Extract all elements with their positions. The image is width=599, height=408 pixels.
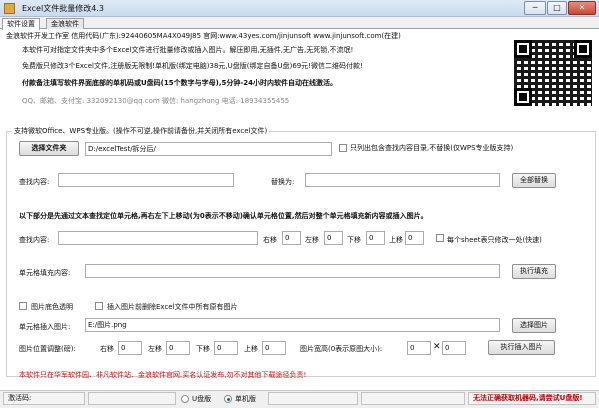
replace-all-button[interactable]: 全部替换 bbox=[512, 173, 556, 188]
pos-left-input[interactable]: 0 bbox=[166, 341, 190, 355]
payment-note: 付款备注填写软件界面底部的单机码或U盘码(15个数字与字母),5分钟-24小时内… bbox=[22, 79, 337, 87]
status-cell bbox=[361, 392, 465, 405]
status-blank bbox=[88, 392, 176, 405]
locate-note: 以下部分是先通过文本查找定位单元格,再右左下上移动(为0表示不移动)确认单元格位… bbox=[19, 212, 428, 220]
tab-jinlang[interactable]: 金浪软件 bbox=[46, 18, 84, 29]
pos-down-input[interactable]: 0 bbox=[214, 341, 238, 355]
left-label: 左移 bbox=[305, 236, 319, 244]
maximize-button[interactable]: □ bbox=[547, 1, 567, 15]
machine-code-field bbox=[268, 392, 358, 405]
insert-image-label: 单元格插入图片: bbox=[19, 323, 71, 331]
usb-version-radio[interactable] bbox=[181, 395, 189, 403]
tab-settings[interactable]: 软件设置 bbox=[2, 18, 40, 30]
pos-up-label: 上移 bbox=[244, 345, 258, 353]
fill-label: 单元格填充内容: bbox=[19, 269, 71, 277]
contact-info: QQ、邮箱、支付宝: 332092130@qq.com 微信: hangzhon… bbox=[22, 97, 290, 105]
up-offset-input[interactable]: 0 bbox=[405, 231, 424, 245]
down-label: 下移 bbox=[347, 236, 361, 244]
find-label: 查找内容: bbox=[19, 178, 50, 186]
insert-image-button[interactable]: 执行插入图片 bbox=[488, 340, 555, 355]
locate-find-input[interactable] bbox=[58, 231, 258, 245]
delete-images-label: 插入图片前删除Excel文件中所有原有图片 bbox=[107, 303, 238, 311]
fill-content-input[interactable] bbox=[85, 264, 500, 278]
position-label: 图片位置调整(磅): bbox=[19, 345, 76, 353]
single-version-radio[interactable] bbox=[224, 395, 232, 403]
up-label: 上移 bbox=[389, 236, 403, 244]
subdir-only-checkbox[interactable] bbox=[339, 144, 347, 152]
folder-path-input[interactable]: D:/excelTest/拆分后/ bbox=[85, 142, 332, 156]
choose-image-button[interactable]: 选择图片 bbox=[512, 318, 556, 333]
transparent-checkbox[interactable] bbox=[19, 302, 27, 310]
image-width-input[interactable]: 0 bbox=[407, 341, 431, 355]
qr-finder-top-right bbox=[574, 40, 592, 58]
close-button[interactable]: ✕ bbox=[568, 1, 596, 15]
qr-code-icon bbox=[510, 36, 596, 110]
pos-right-label: 右移 bbox=[100, 345, 114, 353]
locate-find-label: 查找内容: bbox=[19, 236, 50, 244]
tab-divider bbox=[0, 28, 599, 29]
error-message: 无法正确获取机器码,请尝试U盘版! bbox=[468, 392, 596, 405]
pos-left-label: 左移 bbox=[148, 345, 162, 353]
right-label: 右移 bbox=[263, 236, 277, 244]
image-height-input[interactable]: 0 bbox=[442, 341, 466, 355]
each-sheet-label: 每个sheet表只修改一处(快速) bbox=[447, 236, 542, 244]
price-text: 免费版只修改3个Excel文件,注册版无限制!单机版(绑定电脑)38元,U盘版(… bbox=[22, 62, 363, 70]
qr-finder-bottom-left bbox=[514, 88, 532, 106]
pos-right-input[interactable]: 0 bbox=[118, 341, 142, 355]
window-title: Excel文件批量修改4.3 bbox=[22, 4, 104, 13]
footer-note: 本软件只在华军软件园、非凡软件站、金浪软件官网,买名认证发布,勿不对其他下载途径… bbox=[19, 371, 307, 379]
activation-code-field[interactable]: 激活码: bbox=[3, 392, 85, 405]
each-sheet-checkbox[interactable] bbox=[436, 234, 444, 242]
subdir-only-label: 只列出包含查找内容目录,不替换(仅WPS专业版支持) bbox=[350, 144, 514, 152]
intro-text: 本软件可对指定文件夹中多个Excel文件进行批量修改或插入图片。解压即用,无插件… bbox=[22, 46, 354, 54]
support-label: 支持微软Office、WPS专业版。(操作不可逆,操作前请备份,并关闭所有exc… bbox=[12, 126, 270, 136]
image-path-input[interactable]: E:/图片.png bbox=[85, 318, 500, 332]
single-version-label: 单机版 bbox=[235, 395, 256, 403]
company-info: 金浪软件开发工作室 信用代码(广东):92440605MA4X049J85 官网… bbox=[6, 32, 401, 40]
usb-version-label: U盘版 bbox=[192, 395, 212, 403]
fill-button[interactable]: 执行填充 bbox=[512, 264, 556, 279]
pos-down-label: 下移 bbox=[196, 345, 210, 353]
image-size-label: 图片宽高(0表示原图大小): bbox=[300, 345, 383, 353]
transparent-label: 图片底色透明 bbox=[31, 303, 73, 311]
find-input[interactable] bbox=[58, 173, 234, 187]
replace-label: 替换为: bbox=[271, 178, 295, 186]
choose-folder-button[interactable]: 选择文件夹 bbox=[19, 141, 79, 156]
pos-up-input[interactable]: 0 bbox=[262, 341, 286, 355]
app-icon bbox=[4, 3, 15, 14]
times-icon: ✕ bbox=[433, 342, 441, 352]
left-offset-input[interactable]: 0 bbox=[324, 231, 343, 245]
delete-images-checkbox[interactable] bbox=[95, 302, 103, 310]
qr-finder-top-left bbox=[514, 40, 532, 58]
right-offset-input[interactable]: 0 bbox=[282, 231, 301, 245]
minimize-button[interactable]: ─ bbox=[524, 1, 546, 15]
replace-input[interactable] bbox=[305, 173, 500, 187]
down-offset-input[interactable]: 0 bbox=[366, 231, 385, 245]
